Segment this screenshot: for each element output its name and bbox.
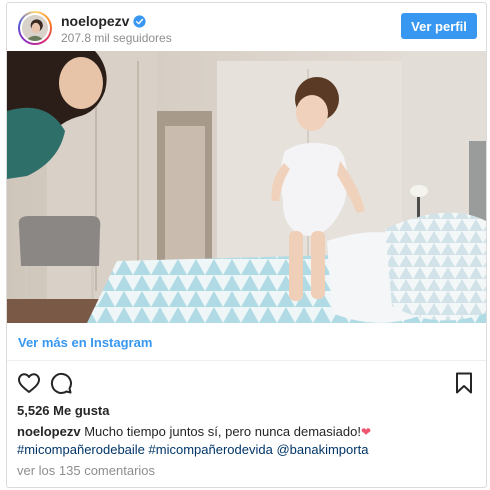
avatar-ring[interactable] [18,11,52,45]
hashtag-link[interactable]: #micompañerodebaile [17,442,145,457]
username[interactable]: noelopezv [61,13,129,29]
view-more-instagram-link[interactable]: Ver más en Instagram [18,335,152,350]
view-comments-link[interactable]: ver los 135 comentarios [17,463,155,478]
post-actions [7,365,486,397]
heart-outline-icon[interactable] [17,371,41,395]
caption-username[interactable]: noelopezv [17,424,81,439]
post-caption: noelopezv Mucho tiempo juntos sí, pero n… [17,423,479,458]
followers-count: 207.8 mil seguidores [61,31,172,45]
hashtag-link[interactable]: #micompañerodevida [149,442,273,457]
heart-emoji: ❤ [360,425,372,439]
bookmark-icon[interactable] [452,371,476,395]
username-row: noelopezv [61,13,147,29]
avatar[interactable] [20,13,50,43]
instagram-embed-card: noelopezv 207.8 mil seguidores Ver perfi… [6,2,487,488]
view-more-section: Ver más en Instagram [7,323,486,361]
view-profile-button[interactable]: Ver perfil [401,13,477,39]
likes-count[interactable]: 5,526 Me gusta [17,403,110,418]
caption-text: Mucho tiempo juntos sí, pero nunca demas… [84,424,361,439]
verified-badge-icon [133,14,147,28]
mention-link[interactable]: @banakimporta [276,442,368,457]
speech-bubble-icon[interactable] [49,371,73,395]
post-header: noelopezv 207.8 mil seguidores Ver perfi… [7,3,486,51]
post-photo[interactable] [7,51,486,323]
